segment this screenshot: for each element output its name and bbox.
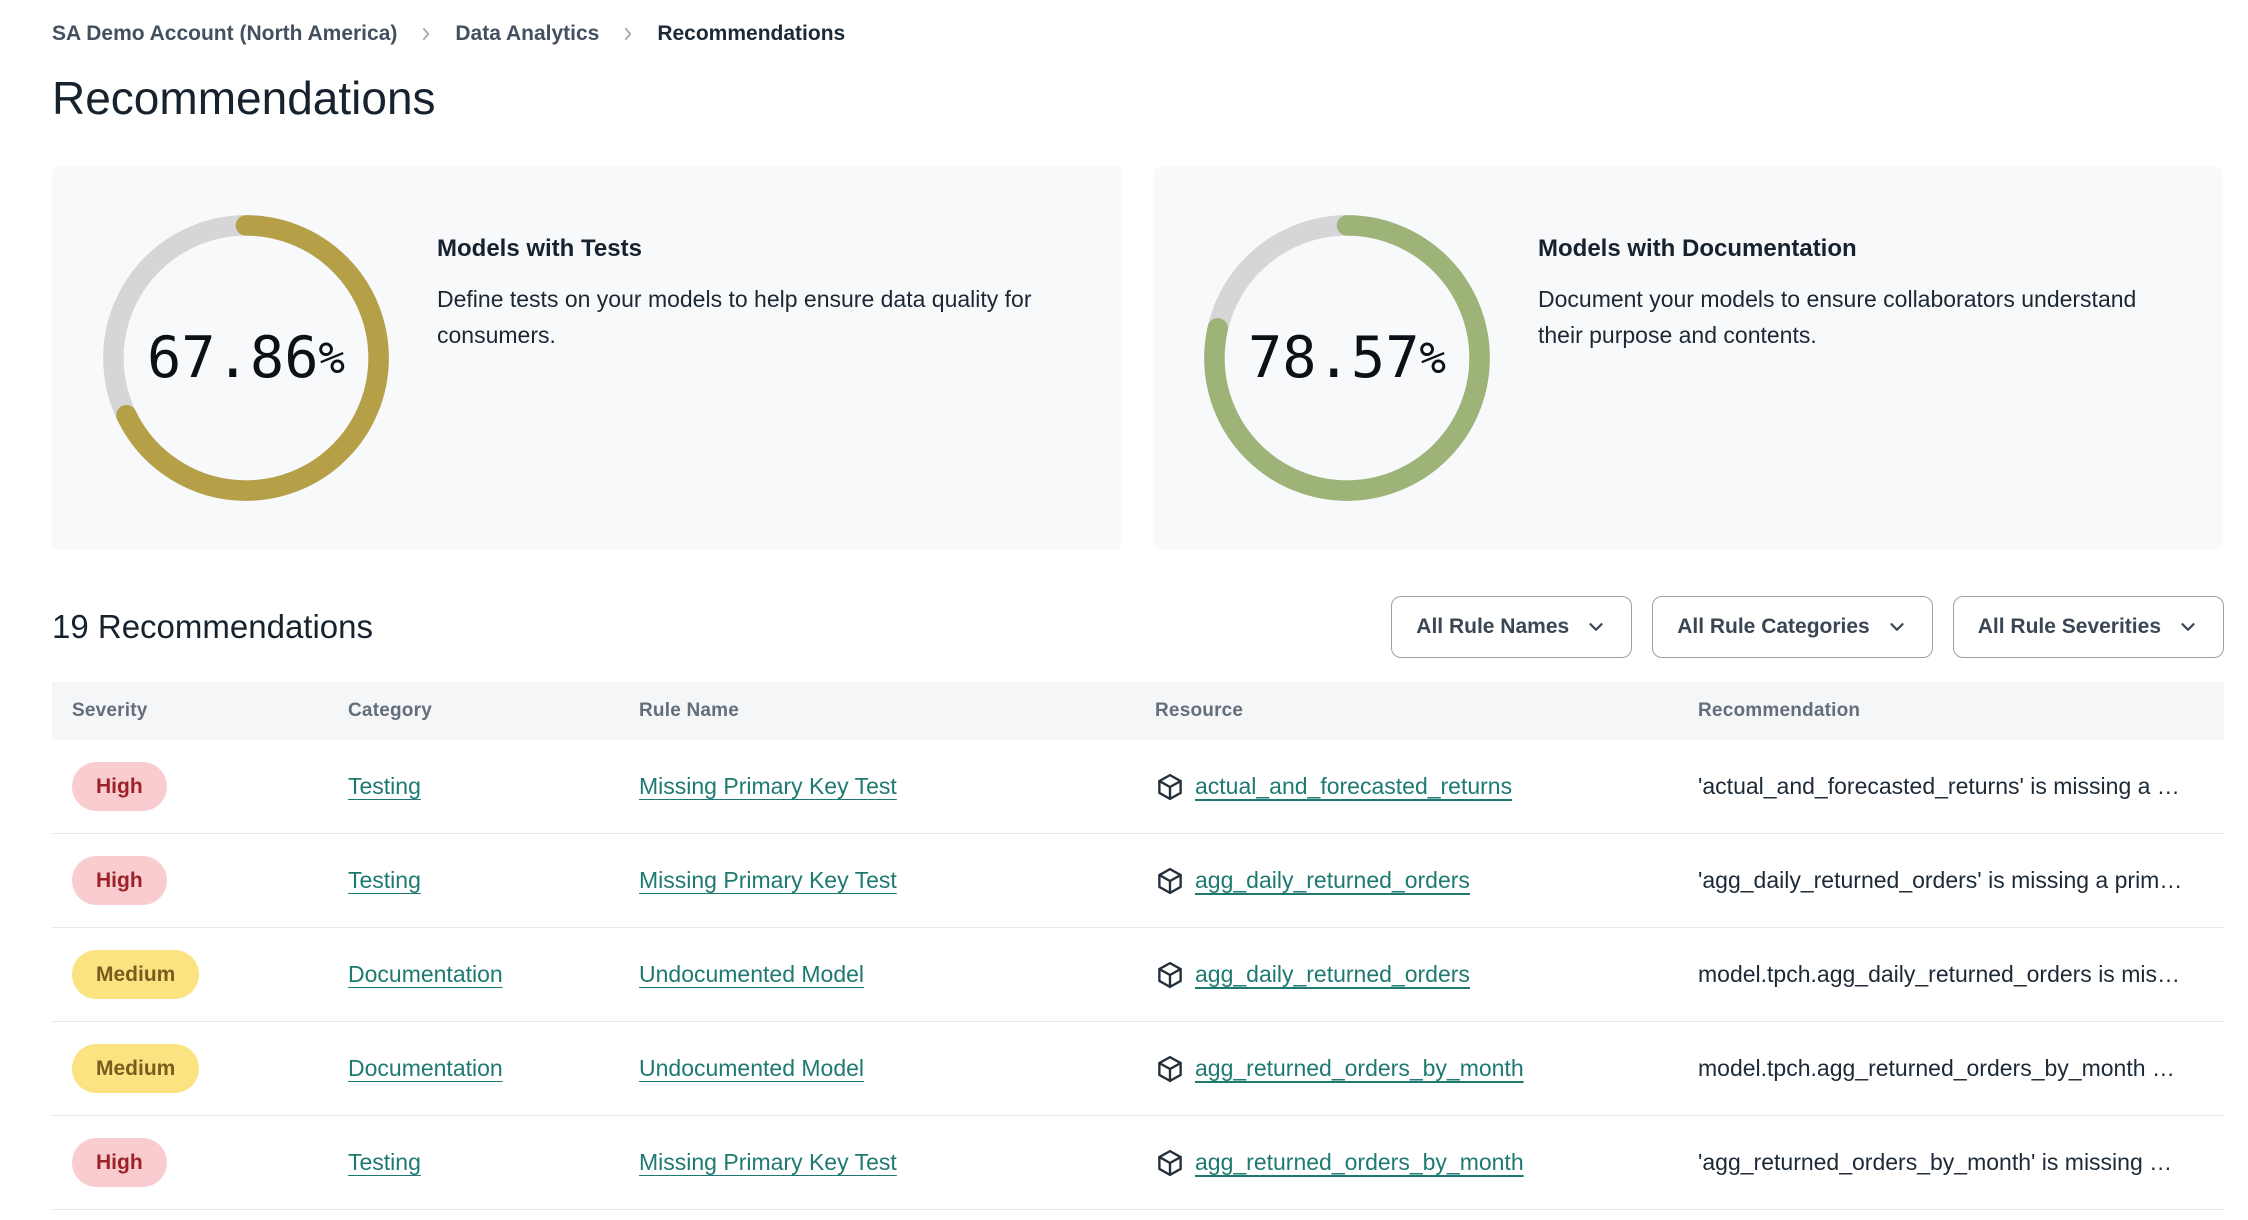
- recommendations-table: Severity Category Rule Name Resource Rec…: [52, 682, 2224, 1210]
- severity-badge: High: [72, 856, 167, 905]
- severity-badge: Medium: [72, 950, 200, 999]
- recommendation-text: model.tpch.agg_daily_returned_orders is …: [1698, 961, 2180, 987]
- resource-link[interactable]: agg_daily_returned_orders: [1195, 867, 1470, 894]
- chevron-down-icon: [1890, 623, 1904, 631]
- breadcrumb-project[interactable]: Data Analytics: [455, 22, 599, 46]
- column-header-recommendation: Recommendation: [1698, 700, 1861, 721]
- severity-badge: Medium: [72, 1044, 200, 1093]
- metric-cards: 67.86% Models with Tests Define tests on…: [52, 166, 2224, 550]
- table-header: Severity Category Rule Name Resource Rec…: [52, 682, 2224, 740]
- category-link[interactable]: Testing: [348, 867, 421, 893]
- card-description-tests: Define tests on your models to help ensu…: [437, 286, 1032, 348]
- table-row: High Testing Missing Primary Key Test ag…: [52, 1116, 2224, 1210]
- resource-link[interactable]: actual_and_forecasted_returns: [1195, 773, 1512, 800]
- recommendation-text: 'actual_and_forecasted_returns' is missi…: [1698, 773, 2180, 799]
- filter-rule-severities-label: All Rule Severities: [1977, 615, 2161, 638]
- severity-badge: High: [72, 1138, 167, 1187]
- table-body: High Testing Missing Primary Key Test ac…: [52, 740, 2224, 1210]
- recommendation-text: model.tpch.agg_returned_orders_by_month …: [1698, 1055, 2175, 1081]
- card-description-documentation: Document your models to ensure collabora…: [1538, 286, 2137, 348]
- filter-rule-categories-label: All Rule Categories: [1677, 615, 1870, 638]
- recommendation-text: 'agg_returned_orders_by_month' is missin…: [1698, 1149, 2173, 1175]
- page-title: Recommendations: [52, 72, 436, 124]
- rule-name-link[interactable]: Undocumented Model: [639, 1055, 864, 1081]
- category-link[interactable]: Documentation: [348, 961, 503, 987]
- card-models-with-tests: 67.86% Models with Tests Define tests on…: [52, 166, 1122, 550]
- breadcrumb-current: Recommendations: [657, 22, 846, 45]
- recommendations-count: 19 Recommendations: [52, 608, 374, 645]
- category-link[interactable]: Testing: [348, 1149, 421, 1175]
- cube-icon: [1158, 961, 1182, 988]
- tests-donut-chart: 67.86%: [90, 202, 402, 514]
- filter-rule-categories[interactable]: All Rule Categories: [1652, 596, 1933, 658]
- table-row: High Testing Missing Primary Key Test ac…: [52, 740, 2224, 834]
- column-header-category: Category: [348, 700, 432, 721]
- breadcrumb: SA Demo Account (North America) Data Ana…: [52, 0, 2224, 46]
- filter-rule-names-label: All Rule Names: [1416, 615, 1570, 638]
- chevron-down-icon: [1589, 623, 1603, 631]
- card-title-tests: Models with Tests: [437, 235, 642, 262]
- rule-name-link[interactable]: Undocumented Model: [639, 961, 864, 987]
- rule-name-link[interactable]: Missing Primary Key Test: [639, 773, 897, 799]
- column-header-severity: Severity: [72, 700, 148, 721]
- cube-icon: [1158, 1149, 1182, 1176]
- column-header-rule-name: Rule Name: [639, 700, 740, 721]
- category-link[interactable]: Testing: [348, 773, 421, 799]
- rule-name-link[interactable]: Missing Primary Key Test: [639, 1149, 897, 1175]
- card-models-with-documentation: 78.57% Models with Documentation Documen…: [1153, 166, 2223, 550]
- filters: All Rule Names All Rule Categories All R…: [1391, 596, 2224, 658]
- column-header-resource: Resource: [1155, 700, 1244, 721]
- chevron-down-icon: [2181, 623, 2195, 631]
- filter-rule-names[interactable]: All Rule Names: [1391, 596, 1633, 658]
- tests-donut-value: 67.86%: [146, 325, 346, 391]
- table-row: Medium Documentation Undocumented Model …: [52, 1022, 2224, 1116]
- docs-donut-chart: 78.57%: [1191, 202, 1503, 514]
- chevron-right-icon: [417, 25, 435, 43]
- category-link[interactable]: Documentation: [348, 1055, 503, 1081]
- docs-donut-value: 78.57%: [1247, 325, 1447, 391]
- cube-icon: [1158, 867, 1182, 894]
- breadcrumb-account[interactable]: SA Demo Account (North America): [52, 22, 397, 46]
- table-row: Medium Documentation Undocumented Model …: [52, 928, 2224, 1022]
- severity-badge: High: [72, 762, 167, 811]
- resource-link[interactable]: agg_returned_orders_by_month: [1195, 1055, 1524, 1082]
- chevron-right-icon: [619, 25, 637, 43]
- table-row: High Testing Missing Primary Key Test ag…: [52, 834, 2224, 928]
- cube-icon: [1158, 1055, 1182, 1082]
- filter-rule-severities[interactable]: All Rule Severities: [1952, 596, 2224, 658]
- resource-link[interactable]: agg_returned_orders_by_month: [1195, 1149, 1524, 1176]
- card-title-documentation: Models with Documentation: [1538, 235, 1857, 262]
- resource-link[interactable]: agg_daily_returned_orders: [1195, 961, 1470, 988]
- rule-name-link[interactable]: Missing Primary Key Test: [639, 867, 897, 893]
- recommendation-text: 'agg_daily_returned_orders' is missing a…: [1698, 867, 2183, 893]
- cube-icon: [1158, 773, 1182, 800]
